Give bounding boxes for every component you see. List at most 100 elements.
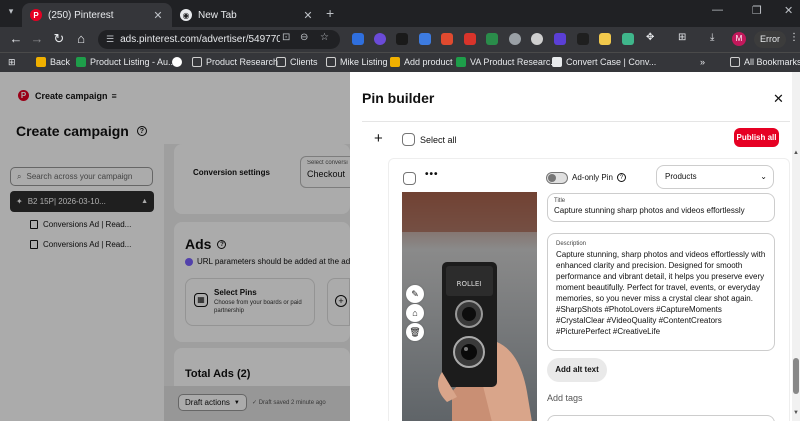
camera-brand-text: ROLLEI (457, 280, 482, 288)
scroll-thumb[interactable] (793, 358, 799, 394)
bookmark-item[interactable]: Product Listing - Au... (76, 57, 176, 67)
extension-icon[interactable] (441, 33, 453, 45)
edit-pencil-icon[interactable]: ✎ (406, 285, 424, 303)
profile-avatar[interactable]: M (732, 32, 746, 46)
minimize-icon[interactable]: — (712, 4, 723, 16)
browser-toolbar: ← → ↻ ⌂ ☰ ads.pinterest.com/advertiser/5… (0, 27, 800, 52)
bookmark-star-icon[interactable]: ☆ (320, 32, 329, 43)
extension-icon[interactable] (352, 33, 364, 45)
bookmark-label: Product Research (206, 57, 279, 67)
tags-input[interactable] (547, 415, 775, 421)
add-tags-label: Add tags (547, 393, 583, 403)
products-value: Products (665, 172, 697, 181)
back-arrow-icon[interactable]: ← (8, 31, 24, 47)
image-tools: ✎ ⌂ 🗑 (406, 285, 424, 342)
forward-arrow-icon[interactable]: → (29, 31, 45, 47)
title-label: Title (554, 198, 566, 204)
globe-icon (172, 57, 182, 67)
screenshot-icon[interactable]: ⊡ (282, 32, 290, 43)
tab-search-icon[interactable]: ⊞ (678, 32, 686, 43)
bookmark-label: VA Product Researc... (470, 57, 558, 67)
error-button[interactable]: Error (754, 31, 786, 48)
url-text: ads.pinterest.com/advertiser/549770... (120, 34, 281, 45)
publish-all-button[interactable]: Publish all (734, 128, 779, 147)
pin-select-checkbox[interactable] (403, 172, 416, 185)
new-tab-icon[interactable]: + (326, 5, 334, 21)
checkbox[interactable] (402, 133, 415, 146)
bookmark-item[interactable]: Back (36, 57, 70, 67)
chrome-icon: ◉ (180, 9, 192, 21)
close-icon[interactable]: ✕ (773, 91, 784, 107)
products-dropdown[interactable]: Products ⌄ (656, 165, 774, 189)
download-icon[interactable]: ⤓ (710, 32, 714, 43)
maximize-icon[interactable]: ❐ (752, 4, 762, 17)
extension-icon[interactable] (531, 33, 543, 45)
menu-icon[interactable]: ⋮ (789, 32, 799, 43)
puzzle-icon[interactable]: ✥ (646, 32, 654, 43)
scroll-down-icon[interactable]: ▼ (792, 410, 800, 416)
pin-card: ••• Ad-only Pin ? Products ⌄ ROLLEI ✎ ⌂ … (388, 158, 790, 421)
more-options-icon[interactable]: ••• (425, 169, 439, 180)
help-icon[interactable]: ? (616, 173, 626, 182)
add-pin-icon[interactable]: + (374, 130, 383, 147)
window-close-icon[interactable]: ✕ (784, 4, 793, 17)
extension-icon[interactable] (396, 33, 408, 45)
tab-list-icon[interactable]: ▾ (4, 6, 18, 20)
tab-title: New Tab (198, 9, 237, 21)
divider (362, 121, 790, 122)
title-field[interactable]: Title Capture stunning sharp photos and … (547, 193, 775, 222)
pin-image[interactable]: ROLLEI ✎ ⌂ 🗑 (402, 192, 537, 421)
home-icon[interactable]: ⌂ (73, 31, 89, 47)
extension-icon[interactable] (554, 33, 566, 45)
more-bookmarks-icon[interactable]: » (700, 57, 705, 67)
bookmark-item[interactable]: Convert Case | Conv... (552, 57, 656, 67)
trash-icon[interactable]: 🗑 (406, 323, 424, 341)
extension-icon[interactable] (486, 33, 498, 45)
bookmark-icon (552, 57, 562, 67)
bookmark-icon (36, 57, 46, 67)
close-icon[interactable]: ✕ (302, 9, 314, 22)
tab-new-tab[interactable]: ◉ New Tab ✕ (172, 3, 322, 27)
bookmark-label: All Bookmarks (744, 57, 800, 67)
bookmark-label: Convert Case | Conv... (566, 57, 657, 67)
add-alt-text-button[interactable]: Add alt text (547, 358, 607, 382)
toggle-knob (548, 174, 556, 182)
zoom-icon[interactable]: ⊖ (300, 32, 308, 43)
scroll-up-icon[interactable]: ▲ (792, 150, 800, 156)
select-all-checkbox[interactable]: Select all (402, 133, 457, 146)
bookmark-folder[interactable]: Product Research (192, 57, 278, 67)
extension-icon[interactable] (419, 33, 431, 45)
select-all-label: Select all (420, 134, 457, 145)
sheets-icon (456, 57, 466, 67)
bookmark-label: Back (50, 57, 71, 67)
bookmark-label: Add product (404, 57, 453, 67)
tab-title: (250) Pinterest (48, 9, 114, 21)
bookmark-folder[interactable]: All Bookmarks (730, 57, 800, 67)
apps-icon[interactable]: ⊞ (8, 57, 16, 68)
reload-icon[interactable]: ↻ (51, 31, 67, 47)
tag-icon[interactable]: ⌂ (406, 304, 424, 322)
bookmark-folder[interactable]: Mike Listing (326, 57, 388, 67)
bookmark-item[interactable]: Add product (390, 57, 453, 67)
pin-builder-panel: Pin builder ✕ + Select all Publish all •… (350, 72, 800, 421)
pinterest-icon: P (30, 9, 42, 21)
extension-icon[interactable] (599, 33, 611, 45)
panel-scrollbar[interactable]: ▲ ▼ (792, 72, 800, 421)
description-value: Capture stunning, sharp photos and video… (556, 250, 766, 336)
ad-only-text: Ad-only Pin (572, 173, 613, 182)
close-icon[interactable]: ✕ (152, 9, 164, 22)
extension-icon[interactable] (374, 33, 386, 45)
ad-only-toggle[interactable] (546, 172, 568, 184)
extension-icon[interactable] (509, 33, 521, 45)
extension-icon[interactable] (577, 33, 589, 45)
site-info-icon[interactable]: ☰ (106, 34, 114, 45)
extension-icon[interactable] (622, 33, 634, 45)
tab-pinterest[interactable]: P (250) Pinterest ✕ (22, 3, 172, 27)
bookmark-folder[interactable]: Clients (276, 57, 318, 67)
folder-icon (192, 57, 202, 67)
extension-icon[interactable] (464, 33, 476, 45)
bookmark-item[interactable] (172, 57, 186, 67)
bookmark-item[interactable]: VA Product Researc... (456, 57, 558, 67)
modal-overlay[interactable] (0, 72, 350, 421)
description-field[interactable]: Description Capture stunning, sharp phot… (547, 233, 775, 351)
